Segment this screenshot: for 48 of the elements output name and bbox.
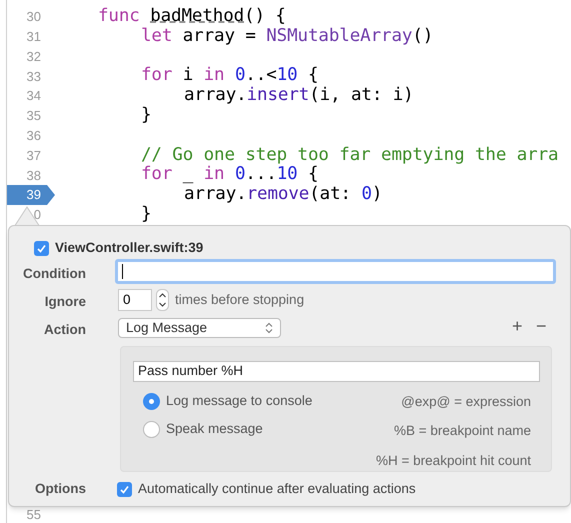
line-number: 39 [26, 186, 41, 204]
code-line: } [141, 204, 152, 225]
radio-button[interactable] [143, 420, 160, 438]
hint-text: %H = breakpoint hit count [376, 452, 531, 470]
updown-icon [265, 322, 273, 334]
code-line: func badMethod() { [98, 7, 286, 27]
radio-button[interactable] [143, 392, 160, 410]
option-label: Automatically continue after evaluating actions [138, 480, 416, 498]
hint-text: @exp@ = expression [401, 393, 531, 411]
code-line: for _ in 0...10 { [141, 165, 318, 186]
line-number: 0 [34, 206, 41, 224]
code-line: // Go one step too far emptying the arra [141, 146, 558, 166]
hint-text: %B = breakpoint name [394, 422, 531, 440]
checkmark-icon [119, 484, 130, 495]
field-label: Ignore [44, 293, 86, 311]
line-number: 32 [26, 48, 41, 66]
field-label: Action [44, 321, 86, 339]
line-number: 33 [26, 68, 41, 86]
condition-field[interactable] [115, 259, 556, 284]
line-number: 38 [26, 166, 41, 185]
checkbox[interactable] [34, 240, 49, 256]
line-number: 30 [26, 8, 41, 26]
ignore-suffix: times before stopping [175, 290, 304, 309]
checkmark-icon [36, 242, 47, 254]
line-number: 36 [26, 126, 41, 145]
ignore-count-field[interactable]: 0 [118, 289, 152, 311]
add-action-button[interactable]: + [512, 316, 523, 336]
field-label: Condition [23, 265, 86, 283]
code-line: for i in 0..<10 { [141, 66, 318, 86]
code-line: array.remove(at: 0) [184, 185, 382, 205]
breakpoint-title: ViewController.swift:39 [55, 239, 204, 257]
field-label: Options [35, 480, 86, 498]
checkbox[interactable] [117, 482, 132, 497]
radio-label: Speak message [166, 420, 263, 438]
line-number: 55 [26, 506, 42, 523]
code-line: let array = NSMutableArray() [141, 26, 434, 47]
remove-action-button[interactable]: − [536, 316, 547, 336]
stepper-icon[interactable] [156, 289, 169, 311]
message-field[interactable]: Pass number %H [133, 361, 540, 382]
line-number: 31 [26, 28, 41, 46]
code-line: } [141, 106, 152, 126]
line-number: 37 [26, 146, 41, 165]
line-number: 34 [26, 87, 41, 106]
action-popup-button[interactable]: Log Message [118, 318, 281, 338]
radio-label: Log message to console [166, 392, 312, 410]
breakpoint-marker[interactable]: 39 [7, 185, 55, 205]
line-number: 35 [26, 107, 41, 126]
code-line: array.insert(i, at: i) [184, 86, 414, 106]
